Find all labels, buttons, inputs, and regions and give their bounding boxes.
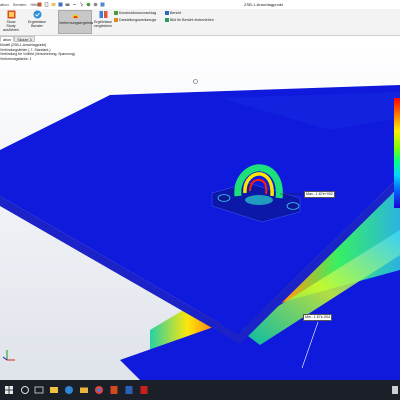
compare-results-button[interactable]: Ergebnisse vergleichen (93, 10, 113, 28)
tab-ation[interactable]: ation (0, 36, 15, 42)
select-arrow-icon[interactable] (79, 2, 84, 7)
feature-tabs: ation Skizze 3 (0, 36, 35, 42)
folder-icon[interactable] (79, 385, 89, 395)
edge-icon[interactable] (64, 385, 74, 395)
design-insight-label: Konstruktionsvorschlag (119, 11, 157, 15)
include-image-button[interactable]: Bild für Bericht einbeziehen (165, 18, 214, 22)
home-icon[interactable] (37, 2, 42, 7)
menu-item-ation[interactable]: ation (0, 2, 9, 7)
stress-color-legend (394, 98, 400, 208)
results-advisor-sub: Berater (31, 24, 43, 28)
plot-tools-icon (114, 18, 118, 22)
search-icon[interactable] (21, 386, 29, 394)
compare-results-sub: vergleichen (93, 24, 113, 28)
max-callout: Max.: 1.67e+002 (304, 191, 335, 198)
taskview-icon[interactable] (34, 385, 44, 395)
plot-tools-button[interactable]: Darstellungswerkzeuge (114, 18, 156, 22)
deformation-result-label: Verformungsergebnis (59, 21, 94, 25)
word-icon[interactable] (124, 385, 134, 395)
save-icon[interactable] (58, 2, 63, 7)
file-explorer-icon[interactable] (49, 385, 59, 395)
study-icon (7, 10, 15, 19)
plot-tools-label: Darstellungswerkzeuge (119, 18, 157, 22)
options-icon[interactable] (93, 2, 98, 7)
windows-icon[interactable] (4, 385, 14, 395)
title-bar: ation Senden Hilfe ZSB-1-Anschlagpunkt (0, 0, 400, 9)
graphics-viewport[interactable]: Max.: 1.67e+002 Min.: 1.67e-004 (0, 42, 400, 380)
axis-triad (2, 350, 15, 361)
show-study-label: Show Study (6, 20, 16, 28)
deformation-result-icon (71, 14, 79, 18)
display-icon[interactable] (100, 2, 105, 7)
design-insight-button[interactable]: Konstruktionsvorschlag (114, 11, 156, 15)
print-icon[interactable] (65, 2, 70, 7)
show-study-button[interactable]: Show Study ausführen (2, 10, 20, 32)
simulation-tree: Modell (ZSB-1-Anschlagpunkt) Verbindungs… (0, 43, 95, 61)
show-study-sub: ausführen (3, 28, 19, 32)
view-heads-up-toolbar (193, 79, 400, 229)
report-icon (165, 11, 169, 15)
acrobat-icon[interactable] (139, 385, 149, 395)
zoom-fit-icon[interactable] (193, 79, 400, 229)
report-button[interactable]: Bericht (165, 11, 181, 15)
compare-results-icon (99, 11, 107, 18)
browser-icon[interactable] (94, 385, 104, 395)
include-image-icon (165, 18, 169, 22)
office-icon[interactable] (109, 385, 119, 395)
results-advisor-icon (33, 10, 41, 19)
undo-icon[interactable] (72, 2, 77, 7)
ribbon-toolbar: Show Study ausführen Ergebnisse Berater … (0, 9, 400, 36)
include-image-label: Bild für Bericht einbeziehen (170, 18, 214, 22)
new-doc-icon[interactable] (44, 2, 49, 7)
deformation-result-button[interactable]: Verformungsergebnis (58, 10, 94, 34)
notification-icon[interactable] (392, 386, 398, 394)
menu-bar: ation Senden Hilfe (0, 2, 39, 7)
results-advisor-button[interactable]: Ergebnisse Berater (24, 10, 50, 28)
menu-item-senden[interactable]: Senden (13, 2, 27, 7)
tree-item[interactable]: Verformungsfaktor: 1 (0, 57, 95, 62)
min-callout: Min.: 1.67e-004 (303, 314, 332, 321)
window-title: ZSB-1-Anschlagpunkt (244, 2, 283, 7)
tab-skizze-3[interactable]: Skizze 3 (14, 36, 35, 42)
open-icon[interactable] (51, 2, 56, 7)
design-insight-icon (114, 11, 118, 15)
windows-taskbar (0, 380, 400, 400)
report-label: Bericht (170, 11, 182, 15)
rebuild-icon[interactable] (86, 2, 91, 7)
